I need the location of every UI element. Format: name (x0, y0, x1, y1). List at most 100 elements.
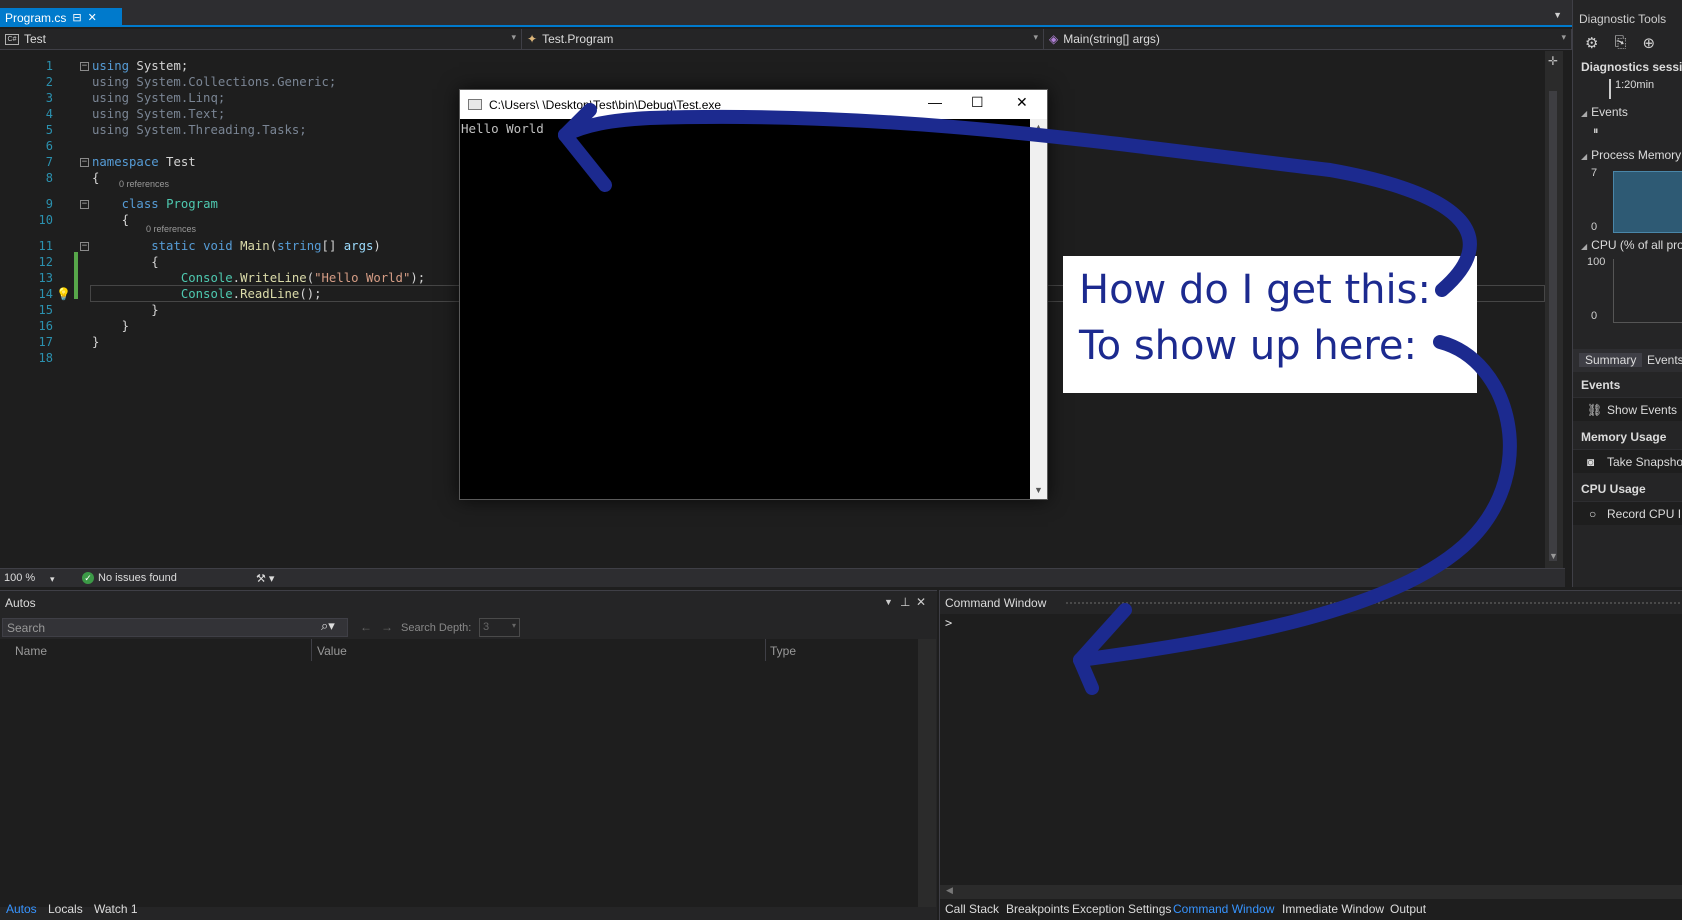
code-text[interactable]: using System; (92, 59, 188, 73)
code-text[interactable]: Console.ReadLine(); (92, 287, 322, 301)
scroll-down-icon[interactable]: ▼ (1549, 551, 1558, 561)
collapse-region-icon[interactable]: − (80, 242, 89, 251)
cpu-chart[interactable] (1613, 259, 1682, 323)
chevron-down-icon[interactable]: ▾ (50, 574, 55, 585)
code-cleanup-icon[interactable]: ⚒ ▾ (256, 572, 274, 585)
record-cpu-link[interactable]: Record CPU I (1607, 507, 1681, 521)
code-text[interactable]: } (92, 303, 158, 317)
scroll-left-icon[interactable]: ◀ (946, 885, 953, 896)
code-text[interactable]: static void Main(string[] args) (92, 239, 381, 253)
window-position-icon[interactable]: ▼ (884, 597, 893, 607)
command-window-pane[interactable]: Command Window > ◀ (939, 590, 1682, 920)
zoom-level[interactable]: 100 % (4, 572, 35, 584)
diagnostic-tools-panel: Diagnostic Tools ⚙ ⎘ ⊕ Diagnostics sessi… (1572, 0, 1682, 587)
column-divider[interactable] (765, 639, 766, 661)
scroll-up-icon[interactable]: ▲ (1034, 122, 1043, 132)
tab-exception-settings[interactable]: Exception Settings (1072, 902, 1171, 916)
collapse-icon: ◢ (1581, 242, 1588, 251)
code-text[interactable]: using System.Threading.Tasks; (92, 123, 307, 137)
code-line[interactable]: 1 using System; − (0, 59, 1555, 75)
tab-command-window[interactable]: Command Window (1173, 902, 1274, 916)
cpu-header[interactable]: ◢ CPU (% of all pro (1581, 238, 1682, 252)
pin-icon[interactable]: ⊟ (72, 11, 81, 24)
tab-summary[interactable]: Summary (1579, 353, 1643, 367)
cpu-axis-max: 100 (1587, 256, 1606, 268)
collapse-region-icon[interactable]: − (80, 200, 89, 209)
timeline-ruler[interactable]: 1:20min (1609, 79, 1682, 99)
column-name[interactable]: Name (15, 644, 47, 658)
zoom-in-icon[interactable]: ⊕ (1642, 34, 1655, 52)
search-depth-select[interactable]: 3 ▾ (479, 618, 520, 637)
tab-overflow-icon[interactable]: ▼ (1553, 10, 1562, 20)
tab-locals[interactable]: Locals (48, 902, 83, 916)
member-dropdown[interactable]: ◈ Main(string[] args) ▾ (1044, 29, 1572, 49)
type-dropdown[interactable]: ✦ Test.Program ▾ (522, 29, 1044, 49)
collapse-region-icon[interactable]: − (80, 158, 89, 167)
line-number: 14 (38, 287, 53, 301)
console-title-bar[interactable]: C:\Users\ \Desktop\Test\bin\Debug\Test.e… (460, 90, 1047, 119)
issues-indicator[interactable]: ✓ No issues found (82, 572, 177, 584)
command-horizontal-scrollbar[interactable]: ◀ (940, 885, 1682, 899)
tab-output[interactable]: Output (1390, 902, 1426, 916)
code-text[interactable]: Console.WriteLine("Hello World"); (92, 271, 425, 285)
scrollbar-thumb[interactable] (1549, 91, 1557, 561)
code-text[interactable]: } (92, 319, 129, 333)
column-value[interactable]: Value (317, 644, 347, 658)
take-snapshot-row[interactable]: ◙ Take Snapsho (1573, 449, 1682, 473)
autos-pane: Autos ▼ ⊥ ✕ Search ⌕▾ ← → Search Depth: … (0, 590, 937, 920)
tab-breakpoints[interactable]: Breakpoints (1006, 902, 1069, 916)
events-section-header[interactable]: ◢ Events (1581, 105, 1628, 119)
column-divider[interactable] (311, 639, 312, 661)
search-previous-icon[interactable]: ← (360, 620, 372, 634)
take-snapshot-link[interactable]: Take Snapsho (1607, 455, 1682, 469)
code-text[interactable]: using System.Collections.Generic; (92, 75, 336, 89)
code-text[interactable]: { (92, 213, 129, 227)
code-text[interactable]: using System.Text; (92, 107, 225, 121)
process-memory-header[interactable]: ◢ Process Memory (1581, 148, 1681, 162)
export-icon[interactable]: ⎘ (1614, 34, 1626, 52)
search-icon[interactable]: ⌕▾ (321, 618, 335, 634)
close-icon[interactable]: ✕ (1016, 94, 1028, 111)
command-prompt[interactable]: > (945, 616, 952, 630)
column-type[interactable]: Type (770, 644, 796, 658)
tab-immediate-window[interactable]: Immediate Window (1282, 902, 1384, 916)
code-text[interactable]: } (92, 335, 99, 349)
tab-autos[interactable]: Autos (6, 902, 37, 916)
close-icon[interactable]: ✕ (916, 595, 926, 609)
split-editor-icon[interactable]: ✛ (1548, 54, 1558, 68)
code-text[interactable]: class Program (92, 197, 218, 211)
console-window[interactable]: C:\Users\ \Desktop\Test\bin\Debug\Test.e… (459, 89, 1048, 500)
minimize-icon[interactable]: — (928, 94, 942, 110)
pause-icon[interactable]: ⏸ (1593, 125, 1599, 138)
code-text[interactable]: using System.Linq; (92, 91, 225, 105)
show-events-row[interactable]: ⛓ Show Events (1573, 397, 1682, 421)
console-scrollbar[interactable]: ▲ ▼ (1030, 119, 1047, 499)
autos-scrollbar[interactable] (918, 639, 936, 907)
search-input[interactable]: Search (2, 618, 348, 637)
collapse-region-icon[interactable]: − (80, 62, 89, 71)
show-events-link[interactable]: Show Events (1607, 403, 1677, 417)
cpu-usage-header: CPU Usage (1581, 482, 1646, 496)
code-text[interactable]: namespace Test (92, 155, 196, 169)
tab-watch-1[interactable]: Watch 1 (94, 902, 138, 916)
scroll-down-icon[interactable]: ▼ (1034, 485, 1043, 495)
tab-events[interactable]: Events (1647, 353, 1682, 367)
pin-icon[interactable]: ⊥ (900, 595, 910, 609)
maximize-icon[interactable]: ☐ (971, 94, 984, 111)
code-text[interactable]: { (92, 171, 99, 185)
tab-program-cs[interactable]: Program.cs ⊟ ✕ (0, 8, 122, 27)
project-dropdown[interactable]: C# Test ▾ (0, 29, 522, 49)
memory-chart[interactable] (1613, 171, 1682, 233)
tab-call-stack[interactable]: Call Stack (945, 902, 999, 916)
line-number: 11 (38, 239, 53, 253)
line-number: 9 (45, 197, 53, 211)
autos-grid[interactable]: Name Value Type (0, 639, 918, 907)
record-cpu-row[interactable]: ○ Record CPU I (1573, 501, 1682, 525)
panel-title: Diagnostic Tools (1579, 12, 1667, 26)
drag-grip[interactable] (1065, 601, 1682, 605)
code-text[interactable]: { (92, 255, 158, 269)
settings-gear-icon[interactable]: ⚙ (1585, 34, 1598, 52)
close-icon[interactable]: ✕ (88, 11, 97, 24)
search-next-icon[interactable]: → (381, 620, 393, 634)
editor-vertical-scrollbar[interactable]: ▼ (1545, 51, 1563, 568)
